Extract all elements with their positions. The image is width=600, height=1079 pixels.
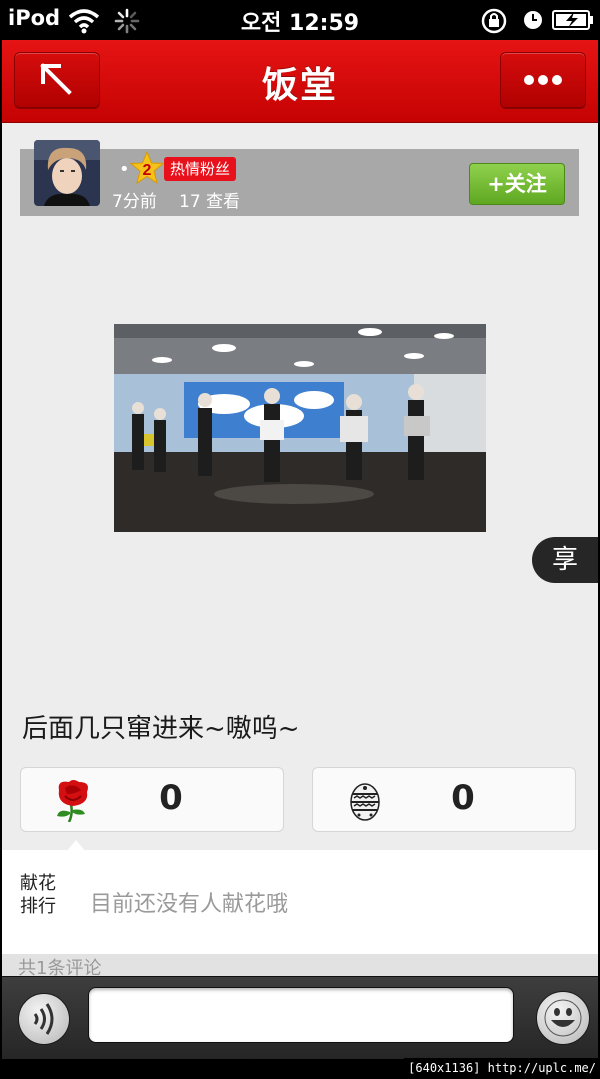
status-bar: iPod 오전 12:59 <box>0 0 600 40</box>
share-tab[interactable]: 享 <box>532 537 598 583</box>
view-count: 17 查看 <box>179 192 241 212</box>
voice-icon <box>33 1003 54 1035</box>
watermark: [640x1136] http://uplc.me/ <box>404 1058 600 1079</box>
comment-count-header: 共1条评论 <box>2 954 598 976</box>
flower-ranking-panel: 献花排行 目前还没有人献花哦 <box>2 850 598 954</box>
post-caption: 后面几只窜进来~嗷呜~ <box>22 714 300 744</box>
egg-button[interactable]: 0 <box>312 767 576 832</box>
level-star-icon: 2 <box>130 151 164 185</box>
emoji-icon <box>544 999 582 1037</box>
post-image[interactable] <box>114 324 486 532</box>
comment-input[interactable] <box>88 987 514 1043</box>
fan-level-badge: 热情粉丝 <box>164 157 237 181</box>
flower-count: 0 <box>159 778 183 818</box>
rotation-lock-icon <box>481 8 507 34</box>
voice-button[interactable] <box>18 993 70 1045</box>
level-number: 2 <box>143 162 152 179</box>
dance-practice-image <box>114 324 486 532</box>
battery-icon <box>552 10 593 30</box>
user-info-bar: • 2 热情粉丝 7分前 17 查看 +关注 <box>20 140 579 216</box>
avatar[interactable] <box>34 140 100 206</box>
nav-bar: 饭堂 <box>2 40 598 123</box>
egg-count: 0 <box>451 778 475 818</box>
comment-input-bar <box>2 976 598 1059</box>
clock: 오전 12:59 <box>240 11 360 36</box>
emoji-button[interactable] <box>536 991 590 1045</box>
more-icon <box>524 75 562 85</box>
post-content: • 2 热情粉丝 7分前 17 查看 +关注 享 后面几只窜进来~嗷呜~ 0 0… <box>2 123 598 976</box>
flower-button[interactable]: 0 <box>20 767 284 832</box>
ranking-label: 献花排行 <box>20 873 56 917</box>
alarm-icon <box>524 11 542 29</box>
username-separator: • <box>119 159 130 180</box>
app-frame: iPod 오전 12:59 饭堂 • 2 热情粉丝 7分前 17 查看 +关注 … <box>0 0 600 1079</box>
follow-button[interactable]: +关注 <box>469 163 565 205</box>
ranking-empty-message: 目前还没有人献花哦 <box>90 892 289 917</box>
more-button[interactable] <box>500 52 586 108</box>
post-time: 7分前 <box>112 192 157 212</box>
